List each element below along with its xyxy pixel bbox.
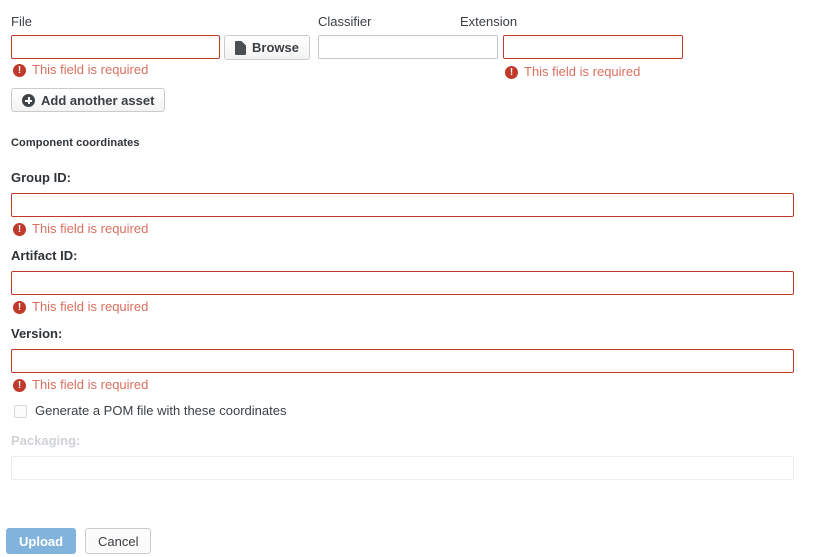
extension-field-label: Extension <box>460 14 517 30</box>
packaging-input <box>11 456 794 480</box>
error-exclamation-icon: ! <box>13 223 26 236</box>
file-error-message: ! This field is required <box>13 62 148 78</box>
group-id-error-text: This field is required <box>32 221 148 237</box>
classifier-field-label: Classifier <box>318 14 371 30</box>
upload-component-form: File Browse ! This field is required Add… <box>0 0 826 557</box>
browse-button-label: Browse <box>252 40 299 55</box>
error-exclamation-icon: ! <box>505 66 518 79</box>
generate-pom-checkbox[interactable] <box>14 405 27 418</box>
packaging-label: Packaging: <box>11 433 80 449</box>
component-coordinates-heading: Component coordinates <box>11 137 140 149</box>
extension-input[interactable] <box>503 35 683 59</box>
artifact-id-label: Artifact ID: <box>11 248 77 264</box>
artifact-id-error-message: ! This field is required <box>13 299 148 315</box>
extension-error-message: ! This field is required <box>505 64 640 80</box>
group-id-label: Group ID: <box>11 170 71 186</box>
add-another-asset-button[interactable]: Add another asset <box>11 88 165 112</box>
document-icon <box>235 41 246 55</box>
upload-button[interactable]: Upload <box>6 528 76 554</box>
file-input[interactable] <box>11 35 220 59</box>
group-id-input[interactable] <box>11 193 794 217</box>
version-label: Version: <box>11 326 62 342</box>
error-exclamation-icon: ! <box>13 301 26 314</box>
browse-button[interactable]: Browse <box>224 35 310 60</box>
version-input[interactable] <box>11 349 794 373</box>
error-exclamation-icon: ! <box>13 379 26 392</box>
cancel-button[interactable]: Cancel <box>85 528 151 554</box>
generate-pom-row[interactable]: Generate a POM file with these coordinat… <box>14 403 286 419</box>
version-error-message: ! This field is required <box>13 377 148 393</box>
artifact-id-error-text: This field is required <box>32 299 148 315</box>
version-error-text: This field is required <box>32 377 148 393</box>
generate-pom-label: Generate a POM file with these coordinat… <box>35 403 286 419</box>
artifact-id-input[interactable] <box>11 271 794 295</box>
extension-error-text: This field is required <box>524 64 640 80</box>
add-another-asset-label: Add another asset <box>41 93 154 108</box>
file-error-text: This field is required <box>32 62 148 78</box>
file-field-label: File <box>11 14 32 30</box>
error-exclamation-icon: ! <box>13 64 26 77</box>
classifier-input[interactable] <box>318 35 498 59</box>
group-id-error-message: ! This field is required <box>13 221 148 237</box>
plus-circle-icon <box>22 94 35 107</box>
